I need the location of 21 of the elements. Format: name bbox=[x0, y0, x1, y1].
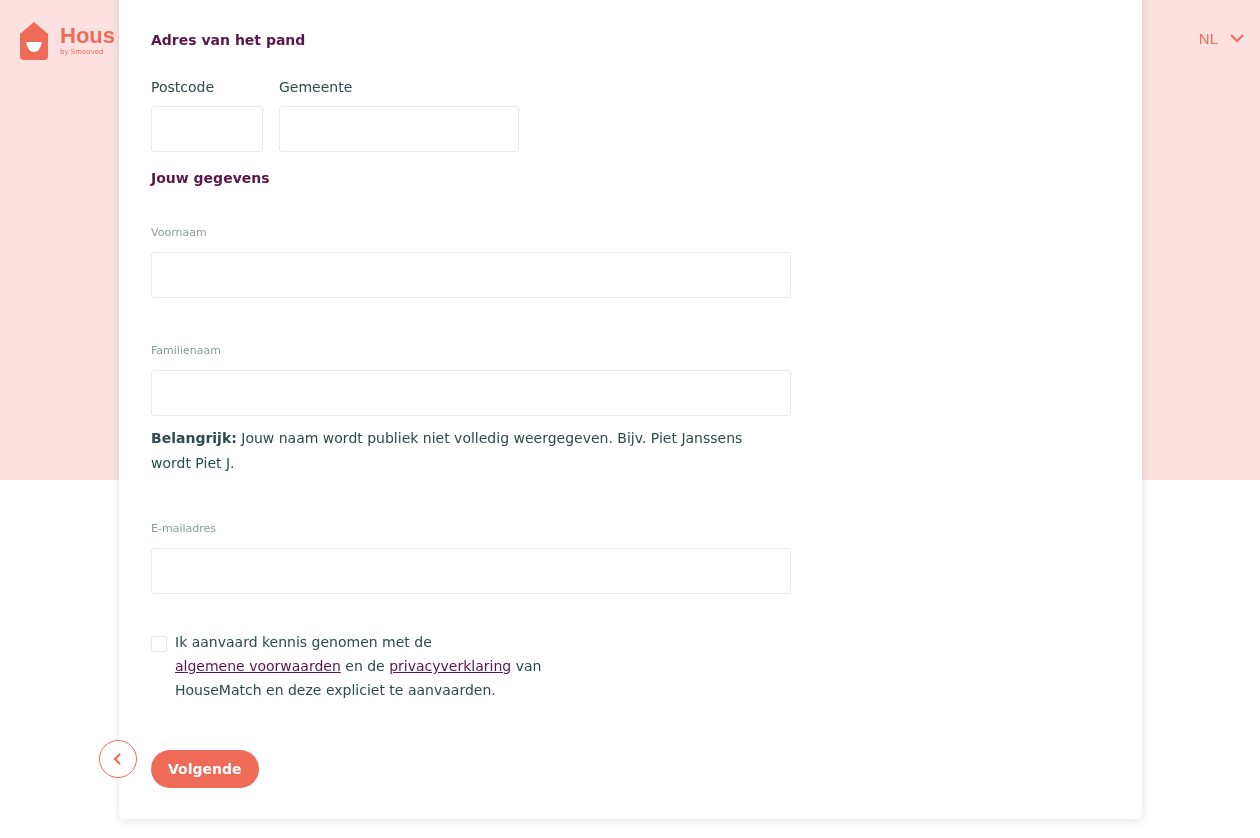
note-text: Belangrijk: Jouw naam wordt publiek niet volledig weergegeven. Bijv. Piet Janssens wordt Piet J. bbox=[151, 429, 744, 473]
input-field[interactable] bbox=[279, 106, 519, 152]
input-field[interactable] bbox=[151, 252, 791, 298]
field-label: E-mailadres bbox=[151, 522, 217, 536]
back-button[interactable] bbox=[99, 740, 137, 778]
input-field[interactable] bbox=[151, 370, 791, 416]
field-label: Gemeente bbox=[279, 78, 354, 96]
chevron-down-icon bbox=[1230, 34, 1244, 43]
link[interactable]: algemene voorwaarden bbox=[175, 658, 341, 674]
chevron-left-icon bbox=[113, 753, 123, 765]
link[interactable]: privacyverklaring bbox=[389, 658, 512, 674]
section-title: Jouw gegevens bbox=[151, 170, 271, 188]
input-field[interactable] bbox=[151, 548, 791, 594]
field-label: Voornaam bbox=[151, 226, 208, 240]
field-label: Familienaam bbox=[151, 344, 222, 358]
consent-text: Ik aanvaard kennis genomen met de algemene voorwaarden en de privacyverklaring van HouseMatch en deze expliciet te aanvaarden. bbox=[175, 633, 543, 700]
input-field[interactable] bbox=[151, 106, 263, 152]
logo-text: Hous bbox=[60, 24, 115, 48]
field-label: Postcode bbox=[151, 78, 216, 96]
checkbox[interactable] bbox=[151, 636, 167, 652]
section-title: Adres van het pand bbox=[151, 32, 307, 50]
